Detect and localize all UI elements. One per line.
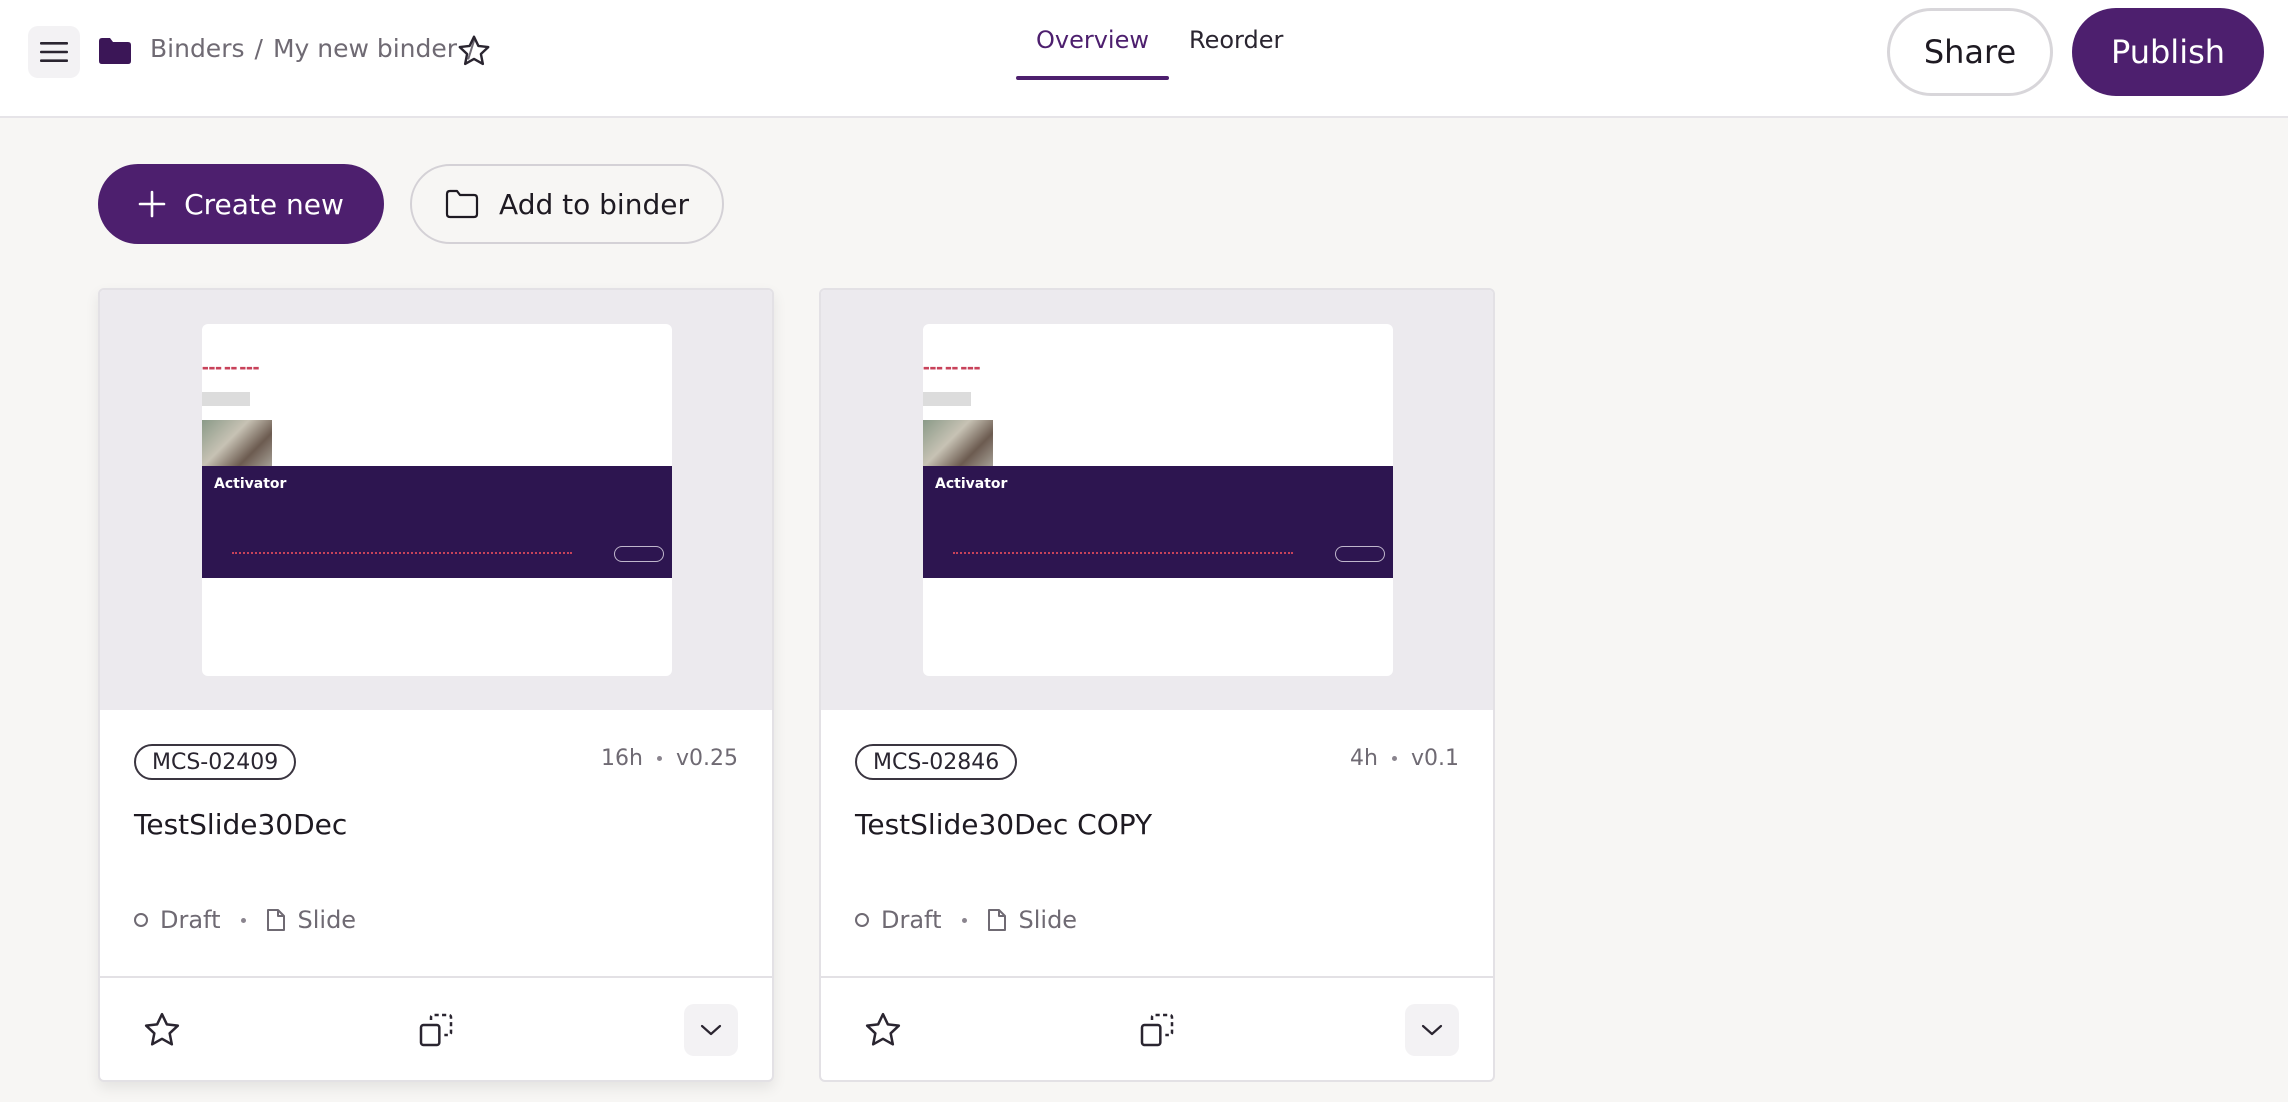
slide-thumb-pill — [1335, 546, 1385, 562]
slide-thumb-pill — [614, 546, 664, 562]
card-age: 4h — [1350, 746, 1378, 771]
card-status-row: Draft Slide — [855, 906, 1077, 934]
slide-thumb-footer-text — [232, 552, 572, 555]
card-version: v0.1 — [1410, 746, 1459, 771]
content-card[interactable]: ▬▬▬ ▬▬ ▬▬▬ Activator MCS-02409 16h v0.25… — [98, 288, 774, 1082]
add-to-binder-button[interactable]: Add to binder — [410, 164, 724, 244]
document-code-badge: MCS-02846 — [855, 744, 1018, 780]
card-status: Draft — [160, 906, 221, 934]
add-to-binder-label: Add to binder — [499, 187, 689, 221]
card-title[interactable]: TestSlide30Dec — [134, 808, 347, 841]
card-age: 16h — [601, 746, 643, 771]
card-thumbnail-area[interactable]: ▬▬▬ ▬▬ ▬▬▬ Activator — [100, 290, 772, 710]
document-icon — [987, 909, 1006, 931]
top-bar: Binders / My new binder / Overview Reord… — [0, 0, 2288, 118]
slide-thumb-logo: Activator — [214, 476, 287, 492]
slide-thumb-button — [923, 392, 971, 406]
plus-icon — [138, 190, 166, 218]
card-body: MCS-02846 4h v0.1 TestSlide30Dec COPY Dr… — [821, 710, 1493, 976]
card-status-row: Draft Slide — [134, 906, 356, 934]
view-tabs: Overview Reorder — [1016, 0, 1303, 118]
card-footer — [100, 976, 772, 1080]
card-type: Slide — [297, 906, 357, 934]
card-title[interactable]: TestSlide30Dec COPY — [855, 808, 1152, 841]
slide-thumb-band: Activator — [923, 466, 1393, 578]
slide-thumb-logo: Activator — [935, 476, 1008, 492]
breadcrumb-current-binder[interactable]: My new binder — [273, 34, 457, 63]
document-icon — [266, 909, 285, 931]
slide-thumb-photo — [923, 420, 993, 468]
card-version: v0.25 — [675, 746, 738, 771]
meta-dot — [656, 756, 662, 761]
status-dot — [240, 917, 246, 923]
slide-thumb-band: Activator — [202, 466, 672, 578]
star-icon[interactable] — [142, 1010, 182, 1050]
slide-thumb-heading: ▬▬▬ ▬▬ ▬▬▬ — [202, 364, 260, 372]
meta-dot — [1391, 756, 1397, 761]
menu-icon — [40, 42, 68, 62]
card-meta: 4h v0.1 — [1350, 746, 1459, 771]
breadcrumb: Binders / My new binder / — [150, 34, 486, 63]
more-options-button[interactable] — [1405, 1004, 1459, 1056]
card-body: MCS-02409 16h v0.25 TestSlide30Dec Draft… — [100, 710, 772, 976]
slide-thumbnail: ▬▬▬ ▬▬ ▬▬▬ Activator — [202, 324, 672, 676]
duplicate-icon[interactable] — [416, 1010, 456, 1050]
publish-button[interactable]: Publish — [2072, 8, 2264, 96]
slide-thumb-heading: ▬▬▬ ▬▬ ▬▬▬ — [923, 364, 981, 372]
breadcrumb-binders[interactable]: Binders — [150, 34, 245, 63]
menu-button[interactable] — [28, 26, 80, 78]
slide-thumb-photo — [202, 420, 272, 468]
card-thumbnail-area[interactable]: ▬▬▬ ▬▬ ▬▬▬ Activator — [821, 290, 1493, 710]
breadcrumb-separator: / — [254, 34, 263, 63]
status-circle-icon — [855, 913, 869, 927]
slide-thumb-footer-text — [953, 552, 1293, 555]
tab-overview[interactable]: Overview — [1016, 0, 1169, 80]
more-options-button[interactable] — [684, 1004, 738, 1056]
folder-icon — [99, 38, 131, 64]
card-footer — [821, 976, 1493, 1080]
create-new-button[interactable]: Create new — [98, 164, 384, 244]
folder-outline-icon — [445, 189, 479, 219]
card-status: Draft — [881, 906, 942, 934]
chevron-down-icon — [1421, 1024, 1443, 1036]
share-button[interactable]: Share — [1887, 8, 2053, 96]
status-dot — [961, 917, 967, 923]
chevron-down-icon — [700, 1024, 722, 1036]
duplicate-icon[interactable] — [1137, 1010, 1177, 1050]
content-card[interactable]: ▬▬▬ ▬▬ ▬▬▬ Activator MCS-02846 4h v0.1 T… — [819, 288, 1495, 1082]
card-meta: 16h v0.25 — [601, 746, 738, 771]
favorite-star-icon[interactable] — [456, 33, 492, 69]
create-new-label: Create new — [184, 187, 344, 221]
slide-thumbnail: ▬▬▬ ▬▬ ▬▬▬ Activator — [923, 324, 1393, 676]
status-circle-icon — [134, 913, 148, 927]
document-code-badge: MCS-02409 — [134, 744, 297, 780]
card-type: Slide — [1018, 906, 1078, 934]
slide-thumb-button — [202, 392, 250, 406]
star-icon[interactable] — [863, 1010, 903, 1050]
tab-reorder[interactable]: Reorder — [1169, 0, 1303, 80]
